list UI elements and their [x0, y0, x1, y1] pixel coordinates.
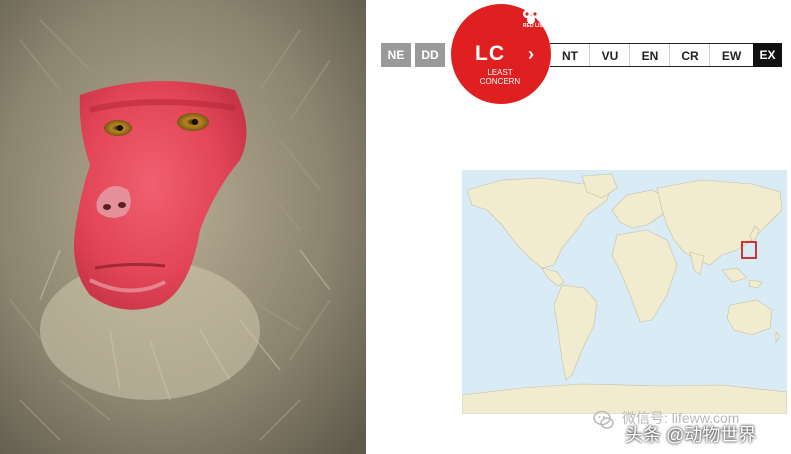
wechat-icon	[593, 410, 614, 429]
status-vu: VU	[590, 43, 630, 67]
status-lc-line1: LEAST	[487, 68, 513, 77]
status-ew-label: EW	[721, 49, 742, 63]
status-nt-label: NT	[562, 49, 578, 63]
status-dd: DD	[415, 43, 445, 67]
status-ex: EX	[753, 43, 782, 67]
status-vu-label: VU	[601, 49, 619, 63]
status-lc-line2: CONCERN	[479, 77, 521, 86]
status-lc-name: LEAST CONCERN	[473, 68, 527, 86]
status-cr: CR	[670, 43, 710, 67]
status-en-label: EN	[641, 49, 659, 63]
status-lc-abbr: LC	[475, 42, 505, 65]
conservation-status-bar: NE DD NT VU EN CR EW EX LC › LEAST CONCE…	[0, 0, 791, 110]
status-ne: NE	[381, 43, 411, 67]
status-cr-label: CR	[681, 49, 699, 63]
watermark-toutiao: 头条 @动物世界	[625, 425, 757, 445]
distribution-map	[462, 170, 787, 414]
status-nt: NT	[550, 43, 590, 67]
chevron-right-icon: ›	[528, 44, 534, 64]
screenshot-canvas: NE DD NT VU EN CR EW EX LC › LEAST CONCE…	[0, 0, 791, 454]
world-map	[462, 170, 787, 414]
red-list-badge-text: RED LIST	[523, 23, 546, 29]
status-en: EN	[630, 43, 670, 67]
status-ew: EW	[710, 43, 753, 67]
